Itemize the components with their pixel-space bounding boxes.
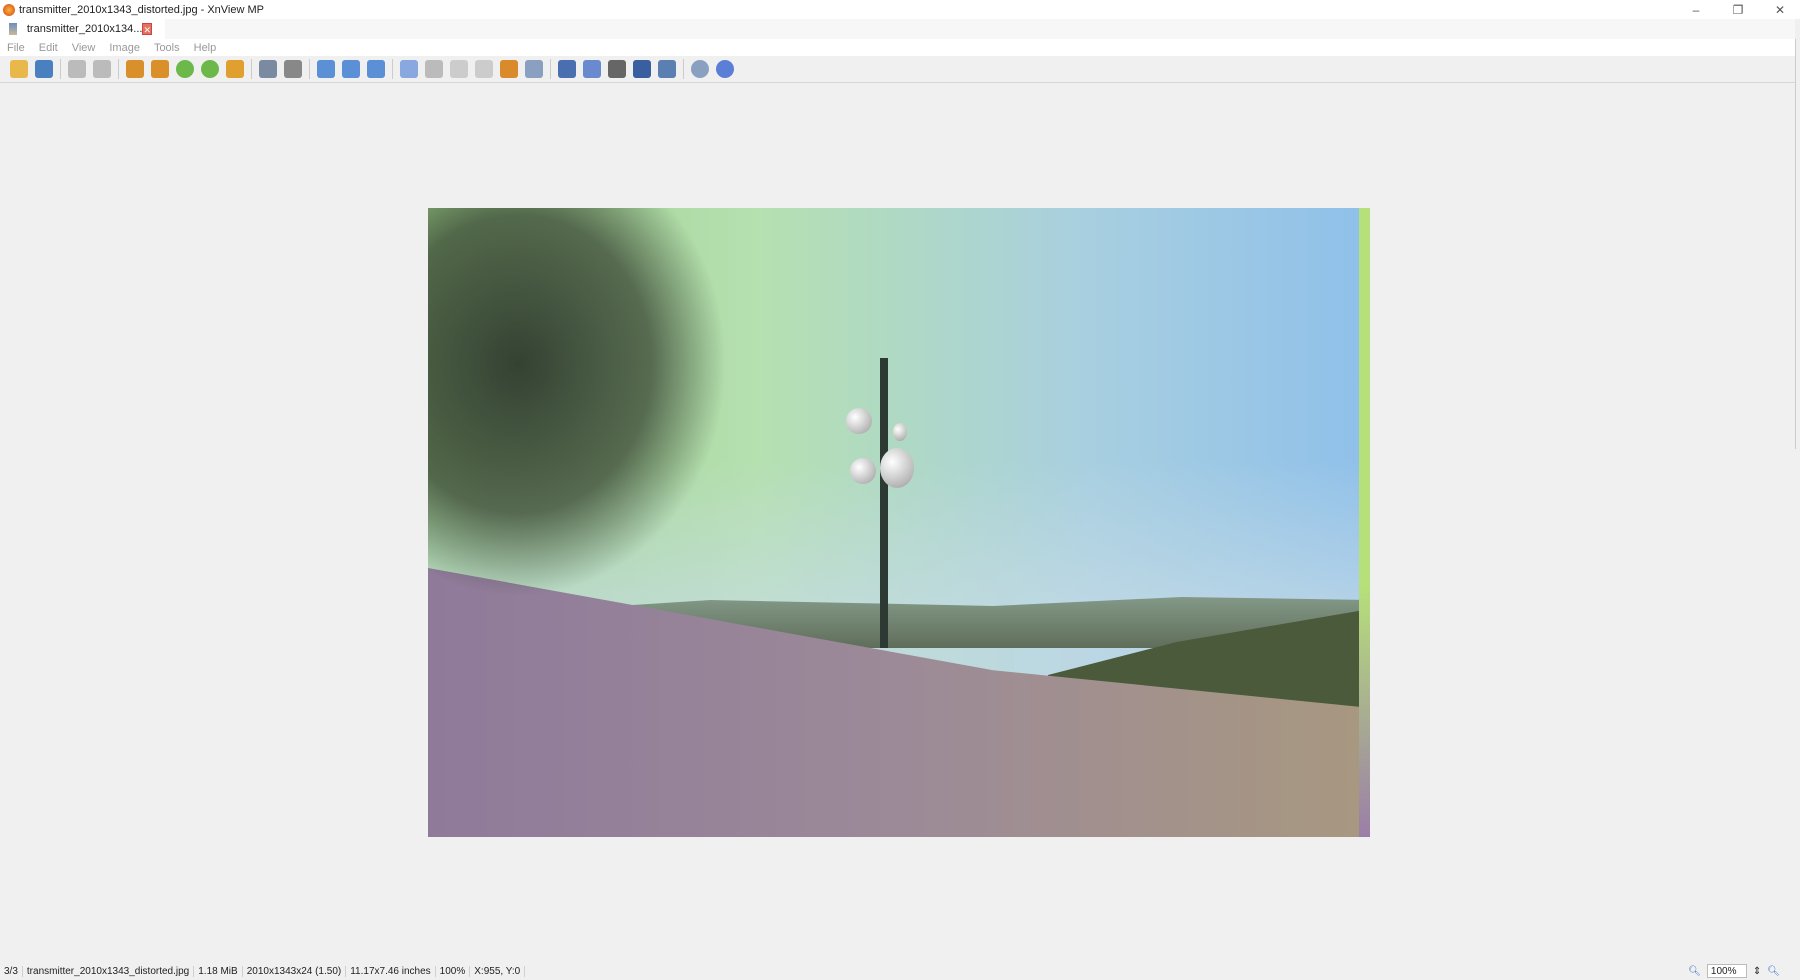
- adjust-colors-icon[interactable]: [259, 60, 277, 78]
- zoom-in-icon[interactable]: 🔍︎: [1688, 966, 1701, 977]
- levels-icon[interactable]: [284, 60, 302, 78]
- rotate-left-icon[interactable]: [176, 60, 194, 78]
- toolbar-separator: [392, 59, 393, 79]
- open-folder-icon[interactable]: [10, 60, 28, 78]
- transform-icon[interactable]: [226, 60, 244, 78]
- app-icon: [3, 3, 15, 16]
- image-thumbnail-icon: [9, 23, 17, 35]
- tab-image[interactable]: transmitter_2010x134... ✕: [0, 19, 165, 39]
- menu-help[interactable]: Help: [194, 42, 217, 54]
- status-bar: 3/3 transmitter_2010x1343_distorted.jpg …: [0, 963, 1800, 980]
- help-icon[interactable]: [716, 60, 734, 78]
- edit-text-icon[interactable]: [583, 60, 601, 78]
- rotate-right-icon[interactable]: [201, 60, 219, 78]
- zoom-input[interactable]: 100%: [1706, 964, 1747, 978]
- status-filename: transmitter_2010x1343_distorted.jpg: [23, 966, 195, 977]
- menu-image[interactable]: Image: [109, 42, 140, 54]
- undo-icon[interactable]: [68, 60, 86, 78]
- settings-icon[interactable]: [691, 60, 709, 78]
- window-title: transmitter_2010x1343_distorted.jpg - Xn…: [19, 3, 264, 16]
- menu-bar: File Edit View Image Tools Help: [0, 39, 1795, 56]
- restore-button[interactable]: ❐: [1718, 0, 1758, 19]
- toolbar: [0, 56, 1795, 83]
- zoom-in-icon[interactable]: [317, 60, 335, 78]
- previous-icon[interactable]: [400, 60, 418, 78]
- properties-icon[interactable]: [525, 60, 543, 78]
- status-dimensions: 2010x1343x24 (1.50): [243, 966, 347, 977]
- first-icon[interactable]: [450, 60, 468, 78]
- status-zoom: 100%: [436, 966, 471, 977]
- image-canvas[interactable]: [428, 208, 1370, 837]
- menu-tools[interactable]: Tools: [154, 42, 180, 54]
- toolbar-separator: [118, 59, 119, 79]
- status-index: 3/3: [0, 966, 23, 977]
- menu-view[interactable]: View: [72, 42, 96, 54]
- save-icon[interactable]: [35, 60, 53, 78]
- tree: [428, 208, 728, 598]
- toolbar-separator: [309, 59, 310, 79]
- zoom-out-icon[interactable]: 🔍︎: [1767, 966, 1780, 977]
- menu-edit[interactable]: Edit: [39, 42, 58, 54]
- scrollbar[interactable]: [1795, 39, 1800, 449]
- redo-icon[interactable]: [93, 60, 111, 78]
- capture-icon[interactable]: [658, 60, 676, 78]
- last-icon[interactable]: [475, 60, 493, 78]
- toolbar-separator: [251, 59, 252, 79]
- image-edge-artifact: [1359, 208, 1370, 837]
- transmitter-mast: [880, 358, 888, 648]
- tab-label: transmitter_2010x134...: [26, 23, 143, 35]
- next-icon[interactable]: [425, 60, 443, 78]
- scan-icon[interactable]: [633, 60, 651, 78]
- toolbar-separator: [683, 59, 684, 79]
- title-bar: transmitter_2010x1343_distorted.jpg - Xn…: [0, 0, 1800, 19]
- minimize-button[interactable]: –: [1676, 0, 1716, 19]
- status-print-size: 11.17x7.46 inches: [346, 966, 436, 977]
- status-filesize: 1.18 MiB: [194, 966, 243, 977]
- slideshow-icon[interactable]: [500, 60, 518, 78]
- print-icon[interactable]: [608, 60, 626, 78]
- toolbar-separator: [60, 59, 61, 79]
- status-coords: X:955, Y:0: [470, 966, 526, 977]
- zoom-control: 🔍︎ 100% ⇕ 🔍︎: [1688, 964, 1780, 978]
- close-button[interactable]: ✕: [1760, 0, 1800, 19]
- tab-bar: transmitter_2010x134... ✕: [0, 19, 1795, 39]
- zoom-1to1-icon[interactable]: [342, 60, 360, 78]
- toolbar-separator: [550, 59, 551, 79]
- menu-file[interactable]: File: [7, 42, 25, 54]
- resize-icon[interactable]: [151, 60, 169, 78]
- fullscreen-icon[interactable]: [558, 60, 576, 78]
- tab-close-icon[interactable]: ✕: [142, 23, 152, 35]
- zoom-out-icon[interactable]: [367, 60, 385, 78]
- crop-icon[interactable]: [126, 60, 144, 78]
- zoom-stepper[interactable]: ⇕: [1753, 966, 1761, 977]
